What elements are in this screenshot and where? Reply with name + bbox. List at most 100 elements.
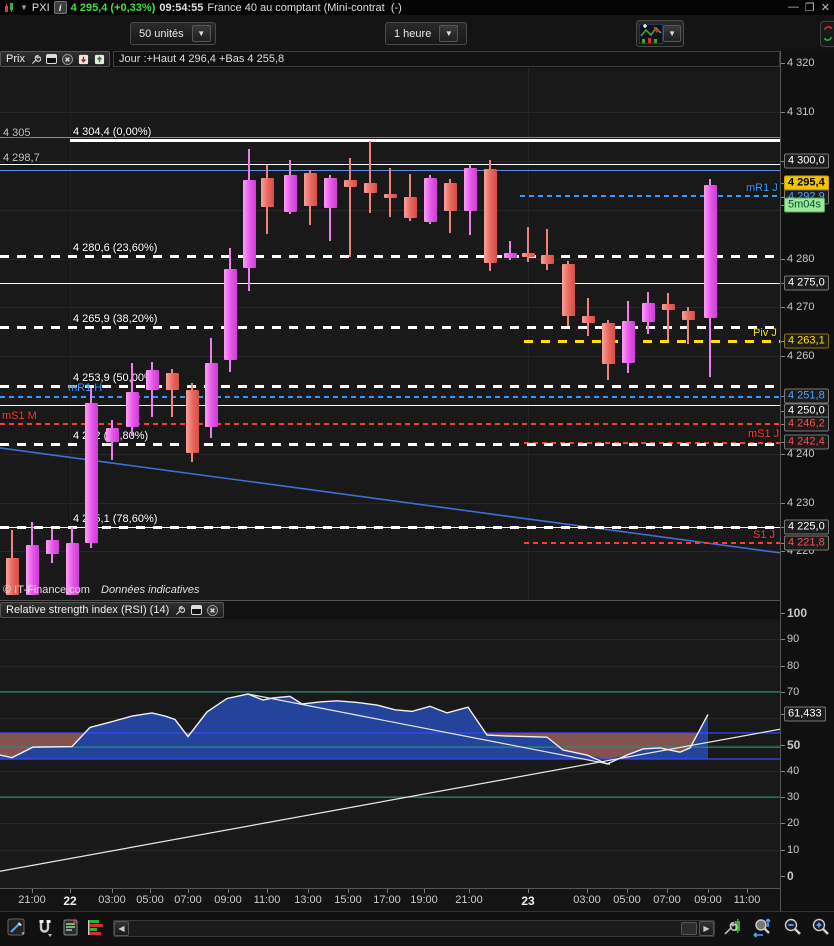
time-tickmark bbox=[348, 889, 349, 893]
time-tickmark bbox=[70, 889, 71, 893]
close-icon[interactable] bbox=[206, 604, 218, 616]
rsi-axis-label: 0 bbox=[787, 869, 794, 883]
chart-settings-button[interactable] bbox=[722, 917, 744, 939]
candle-body bbox=[125, 391, 139, 427]
rsi-chart[interactable] bbox=[0, 619, 780, 888]
draw-tool-button[interactable] bbox=[6, 917, 28, 939]
price-axis-label: 4 260 bbox=[787, 350, 815, 363]
level-line[interactable] bbox=[0, 283, 780, 284]
zoom-in-button[interactable] bbox=[810, 917, 832, 939]
time-tickmark bbox=[188, 889, 189, 893]
axis-tickmark bbox=[781, 161, 785, 162]
info-icon[interactable]: i bbox=[53, 1, 67, 14]
timeframe-dropdown[interactable]: 1 heure ▼ bbox=[385, 22, 467, 45]
axis-tickmark bbox=[781, 258, 785, 260]
rsi-axis-label: 20 bbox=[787, 817, 800, 830]
candle-body bbox=[363, 182, 377, 194]
axis-tickmark bbox=[781, 205, 785, 206]
wrench-icon[interactable] bbox=[30, 53, 41, 65]
level-line[interactable] bbox=[0, 163, 780, 165]
candle-body bbox=[681, 310, 695, 321]
magnet-tool-button[interactable] bbox=[34, 917, 56, 939]
time-tickmark bbox=[228, 889, 229, 893]
maximize-button[interactable]: ❐ bbox=[805, 1, 815, 14]
fib-level-line[interactable] bbox=[0, 254, 780, 258]
time-tickmark bbox=[32, 889, 33, 893]
axis-tickmark bbox=[781, 551, 785, 553]
time-label: 13:00 bbox=[294, 894, 322, 906]
level-label: mR1 J bbox=[746, 181, 778, 194]
time-label: 05:00 bbox=[136, 894, 164, 906]
time-label: 19:00 bbox=[410, 894, 438, 906]
time-scrollbar[interactable]: ◀ ▶ bbox=[113, 920, 715, 937]
left-price-label: 4 305 bbox=[3, 127, 31, 139]
chart-toolbar: 50 unités ▼ 1 heure ▼ ▼ bbox=[0, 15, 834, 51]
wrench-icon[interactable] bbox=[174, 604, 186, 616]
side-panel-toggle[interactable] bbox=[820, 21, 834, 47]
candle-body bbox=[581, 316, 595, 323]
import-up-icon[interactable] bbox=[94, 53, 105, 65]
axis-tickmark bbox=[781, 714, 785, 716]
candle-body bbox=[403, 197, 417, 219]
time-tickmark bbox=[112, 889, 113, 893]
window-icon[interactable] bbox=[45, 53, 57, 65]
level-line[interactable] bbox=[0, 405, 780, 406]
scroll-left-icon[interactable]: ◀ bbox=[114, 921, 129, 936]
pivot-level-line[interactable] bbox=[520, 195, 780, 198]
level-line[interactable] bbox=[0, 527, 780, 528]
price-axis-label: 4 280 bbox=[787, 252, 815, 265]
zoom-out-button[interactable] bbox=[782, 917, 804, 939]
rsi-axis-label: 50 bbox=[787, 737, 801, 752]
fib-level-line[interactable] bbox=[524, 340, 780, 344]
fib-level-line[interactable] bbox=[0, 385, 780, 388]
chart-style-icon bbox=[639, 23, 664, 44]
notes-button[interactable] bbox=[60, 917, 82, 939]
candle-body bbox=[260, 178, 274, 207]
pivot-level-line[interactable] bbox=[524, 542, 780, 545]
time-label: 17:00 bbox=[373, 894, 401, 906]
scroll-right-icon[interactable]: ▶ bbox=[699, 921, 714, 936]
chevron-down-icon[interactable]: ▼ bbox=[20, 3, 28, 12]
window-icon[interactable] bbox=[190, 604, 202, 616]
price-chart[interactable]: 4 304,4 (0,00%) mR1 J 4 280,6 (23,60%) 4 26… bbox=[0, 68, 780, 600]
units-dropdown[interactable]: 50 unités ▼ bbox=[130, 22, 216, 45]
candle-body bbox=[601, 323, 615, 364]
candle-body bbox=[343, 180, 357, 187]
axis-tickmark bbox=[781, 112, 785, 114]
export-down-icon[interactable] bbox=[78, 53, 89, 65]
fib-level-line[interactable] bbox=[0, 326, 780, 330]
rsi-axis-label: 70 bbox=[787, 685, 800, 698]
candle-body bbox=[483, 168, 497, 263]
units-value: 50 unités bbox=[139, 27, 184, 40]
orderbook-button[interactable] bbox=[86, 917, 108, 939]
pivot-level-line[interactable] bbox=[0, 395, 780, 398]
level-line[interactable] bbox=[70, 138, 780, 142]
axis-tickmark bbox=[781, 307, 785, 309]
chart-type-button[interactable]: ▼ bbox=[636, 20, 684, 47]
rsi-axis-label: 10 bbox=[787, 843, 800, 856]
time-axis[interactable]: 21:00 22 03:00 05:00 07:00 09:00 11:00 13:00 15:… bbox=[0, 888, 780, 912]
chevron-down-icon[interactable]: ▼ bbox=[439, 25, 459, 42]
pivot-level-line[interactable] bbox=[0, 423, 780, 425]
axis-tickmark bbox=[781, 283, 785, 284]
minimize-button[interactable]: — bbox=[788, 1, 799, 14]
chevron-down-icon[interactable]: ▼ bbox=[191, 25, 211, 42]
candle-body bbox=[165, 372, 179, 390]
candle-body bbox=[443, 182, 457, 211]
price-pane-controls: Prix bbox=[0, 51, 110, 67]
copyright-note: Données indicatives bbox=[101, 584, 200, 596]
scrollbar-thumb[interactable] bbox=[681, 922, 697, 935]
chevron-down-icon[interactable]: ▼ bbox=[663, 25, 681, 42]
candle-body bbox=[323, 178, 337, 208]
time-label: 05:00 bbox=[613, 894, 641, 906]
level-label: Piv J bbox=[753, 327, 777, 340]
zoom-fit-button[interactable] bbox=[752, 917, 774, 939]
fib-level-line[interactable] bbox=[0, 443, 780, 446]
candle-body bbox=[540, 255, 554, 264]
level-price-label: 4 263,1 bbox=[784, 333, 829, 349]
axis-tickmark bbox=[781, 542, 785, 544]
price-axis[interactable]: 4 320 4 310 4 280 4 270 4 260 4 240 4 230 4 220… bbox=[780, 51, 834, 911]
close-icon[interactable] bbox=[61, 53, 73, 65]
close-button[interactable]: ✕ bbox=[821, 1, 830, 14]
time-tickmark bbox=[667, 889, 668, 893]
